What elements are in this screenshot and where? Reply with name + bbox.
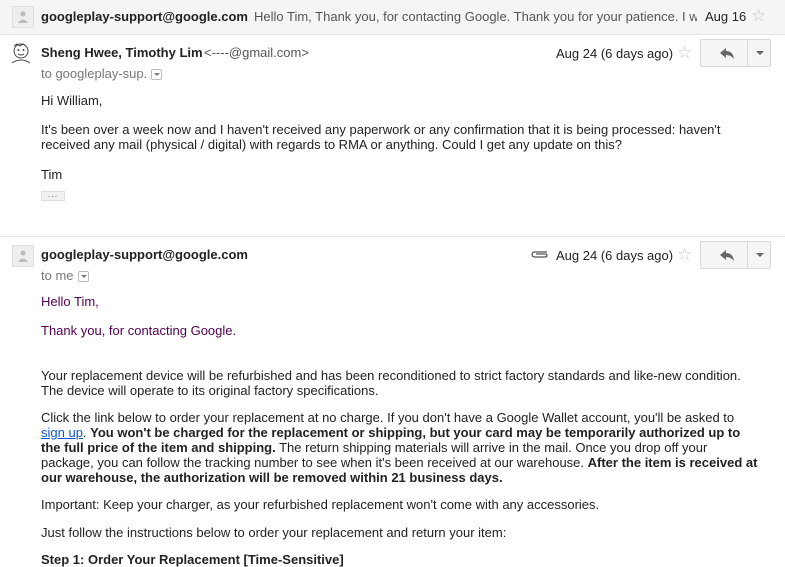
person-icon: [18, 250, 28, 262]
collapsed-message-row[interactable]: googleplay-support@google.com Hello Tim,…: [0, 0, 785, 35]
more-options-button[interactable]: [747, 241, 771, 269]
message2-order-paragraph: Click the link below to order your repla…: [41, 410, 759, 485]
show-trimmed-content-button[interactable]: ...: [41, 190, 65, 201]
sender-avatar: [12, 245, 34, 267]
avatar-icon: [11, 43, 31, 64]
collapsed-sender: googleplay-support@google.com: [41, 9, 248, 24]
message1-paragraph: It's been over a week now and I haven't …: [41, 122, 721, 152]
order-text-1: Click the link below to order your repla…: [41, 410, 735, 425]
message2-important-paragraph: Important: Keep your charger, as your re…: [41, 497, 600, 512]
sender-avatar: [12, 6, 34, 28]
sender-avatar-cartoon: [9, 41, 33, 67]
message2-thanks: Thank you, for contacting Google.: [41, 323, 237, 338]
message2-to-text: to me: [41, 268, 74, 283]
message2-instructions-paragraph: Just follow the instructions below to or…: [41, 525, 507, 540]
message2-refurb-paragraph: Your replacement device will be refurbis…: [41, 368, 741, 398]
message1-to-line: to googleplay-sup.: [41, 66, 163, 81]
message2-step1-heading: Step 1: Order Your Replacement [Time-Sen…: [41, 552, 344, 567]
message-divider: [0, 236, 785, 237]
collapsed-snippet: Hello Tim, Thank you, for contacting Goo…: [254, 9, 697, 24]
message2-sender[interactable]: googleplay-support@google.com: [41, 247, 248, 262]
reply-arrow-icon: [720, 48, 734, 59]
chevron-down-icon: [154, 73, 161, 77]
chevron-down-icon: [756, 253, 764, 257]
person-icon: [18, 11, 28, 23]
show-details-button[interactable]: [151, 69, 163, 81]
message2-greeting: Hello Tim,: [41, 294, 99, 309]
reply-button[interactable]: [700, 39, 754, 67]
chevron-down-icon: [80, 275, 87, 279]
collapsed-date: Aug 16: [705, 9, 747, 24]
message1-signature: Tim: [41, 167, 63, 182]
chevron-down-icon: [756, 51, 764, 55]
message2-date: Aug 24 (6 days ago): [556, 248, 674, 263]
message2-to-line: to me: [41, 268, 89, 283]
paperclip-icon: [531, 251, 548, 258]
message1-to-text: to googleplay-sup.: [41, 66, 148, 81]
message1-greeting: Hi William,: [41, 93, 103, 108]
star-icon[interactable]: ☆: [677, 44, 692, 61]
reply-arrow-icon: [720, 250, 734, 261]
sign-up-link[interactable]: sign up: [41, 425, 83, 440]
message1-sender-email: <----@gmail.com>: [204, 45, 309, 60]
reply-button[interactable]: [700, 241, 754, 269]
star-icon[interactable]: ☆: [677, 246, 692, 263]
show-details-button[interactable]: [77, 271, 89, 283]
message1-date: Aug 24 (6 days ago): [556, 46, 674, 61]
message1-sender-name[interactable]: Sheng Hwee, Timothy Lim: [41, 45, 203, 60]
more-options-button[interactable]: [747, 39, 771, 67]
star-icon[interactable]: ☆: [751, 7, 766, 24]
